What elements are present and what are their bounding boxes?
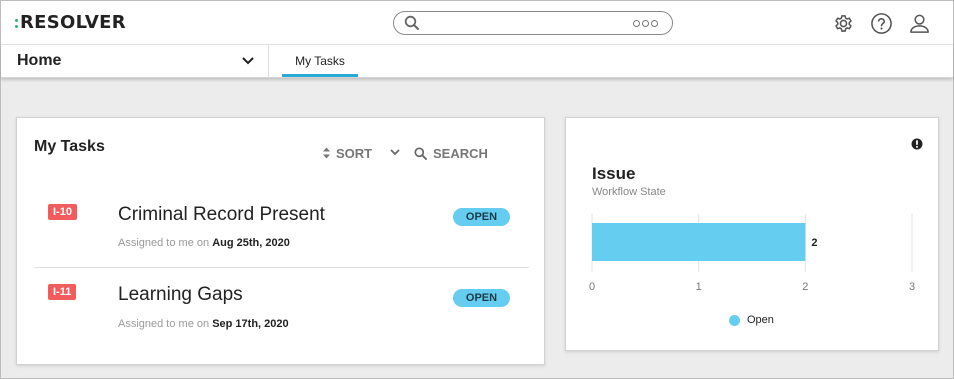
x-tick-label: 3 bbox=[909, 281, 915, 293]
tab-my-tasks-label: My Tasks bbox=[295, 54, 345, 68]
issue-chart-panel: Issue Workflow State 01232 Open bbox=[565, 117, 939, 351]
logo-text: RESOLVER bbox=[20, 12, 126, 33]
assigned-prefix: Assigned to me on bbox=[118, 318, 210, 330]
resolver-logo[interactable]: RESOLVER bbox=[15, 12, 126, 33]
status-badge: OPEN bbox=[453, 208, 510, 226]
task-date: Sep 17th, 2020 bbox=[212, 318, 289, 330]
search-icon bbox=[404, 15, 419, 30]
sort-label: SORT bbox=[336, 145, 373, 161]
chevron-down-icon[interactable] bbox=[390, 149, 400, 156]
home-dropdown[interactable]: Home bbox=[1, 45, 269, 78]
x-tick-label: 2 bbox=[802, 281, 808, 293]
bar-open[interactable] bbox=[592, 223, 806, 261]
task-assigned-text: Assigned to me on Sep 17th, 2020 bbox=[118, 318, 289, 330]
task-name: Criminal Record Present bbox=[118, 204, 325, 225]
active-tab-indicator bbox=[282, 74, 358, 77]
search-label: SEARCH bbox=[433, 145, 488, 161]
logo-dots bbox=[15, 18, 18, 28]
x-tick-label: 1 bbox=[696, 281, 702, 293]
task-id-badge: I-10 bbox=[48, 204, 77, 220]
legend-swatch bbox=[729, 314, 740, 326]
bar-data-label: 2 bbox=[811, 237, 817, 249]
task-id-badge: I-11 bbox=[48, 284, 77, 300]
task-assigned-text: Assigned to me on Aug 25th, 2020 bbox=[118, 237, 290, 249]
task-date: Aug 25th, 2020 bbox=[212, 237, 290, 249]
assigned-prefix: Assigned to me on bbox=[118, 237, 210, 249]
home-label: Home bbox=[17, 52, 62, 69]
task-name: Learning Gaps bbox=[118, 284, 243, 305]
search-tasks-button[interactable]: SEARCH bbox=[414, 145, 488, 161]
task-row[interactable]: I-10 Criminal Record Present Assigned to… bbox=[34, 190, 529, 268]
global-search[interactable] bbox=[393, 11, 673, 35]
task-row[interactable]: I-11 Learning Gaps Assigned to me on Sep… bbox=[34, 273, 529, 351]
help-icon[interactable] bbox=[870, 12, 893, 35]
search-icon bbox=[414, 146, 427, 160]
panel-title: My Tasks bbox=[34, 138, 105, 155]
chart-legend[interactable]: Open bbox=[729, 314, 774, 326]
more-icon[interactable] bbox=[633, 20, 658, 27]
sort-button[interactable]: SORT bbox=[322, 145, 372, 161]
status-badge: OPEN bbox=[453, 289, 510, 307]
top-bar: RESOLVER bbox=[1, 1, 953, 45]
tab-my-tasks[interactable]: My Tasks bbox=[282, 45, 358, 78]
legend-label: Open bbox=[747, 314, 774, 326]
chevron-down-icon bbox=[242, 57, 254, 65]
sort-icon bbox=[323, 147, 330, 159]
my-tasks-panel: My Tasks SORT SEARCH I-10 Criminal Recor… bbox=[16, 117, 545, 365]
gear-icon[interactable] bbox=[832, 12, 855, 35]
search-input[interactable] bbox=[424, 14, 624, 32]
nav-bar: Home My Tasks bbox=[1, 45, 953, 78]
user-icon[interactable] bbox=[908, 12, 931, 35]
x-tick-label: 0 bbox=[589, 281, 595, 293]
